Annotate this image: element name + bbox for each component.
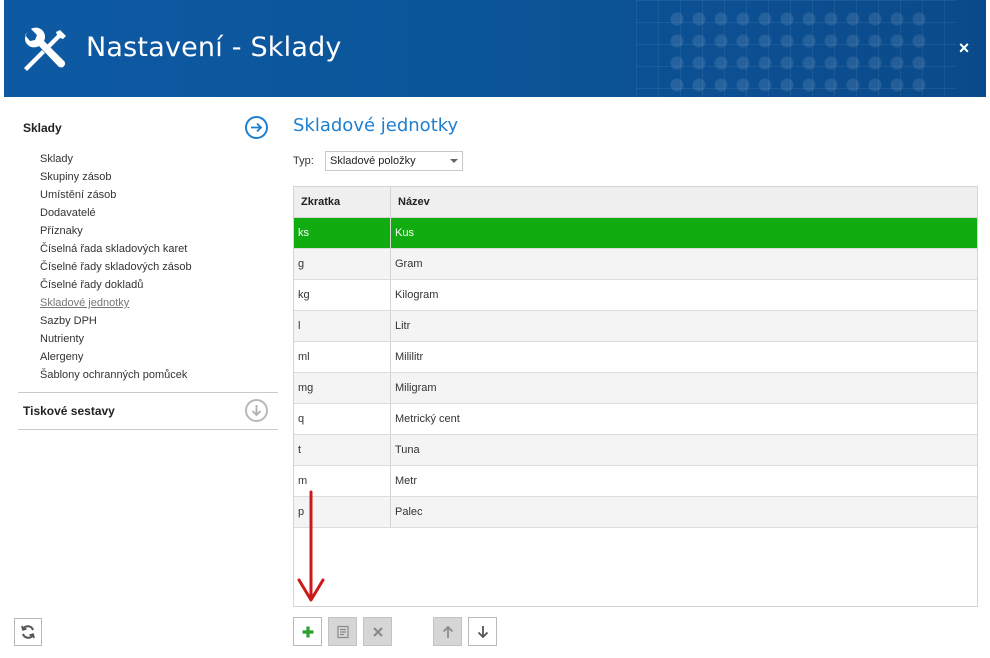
sidebar-item-ciselna-rada-karet[interactable]: Číselná řada skladových karet (40, 240, 278, 258)
move-up-button[interactable] (433, 617, 462, 646)
window-title: Nastavení - Sklady (86, 32, 342, 63)
arrow-down-icon (477, 625, 488, 638)
sidebar-item-nutrienty[interactable]: Nutrienty (40, 330, 278, 348)
cell-abbr: g (294, 249, 391, 279)
section-title: Sklady (23, 121, 62, 135)
table-row[interactable]: ks Kus (294, 218, 977, 249)
cell-name: Mililitr (395, 351, 424, 363)
cell-name: Kus (395, 227, 414, 239)
table-row[interactable]: m Metr (294, 466, 977, 497)
table-row[interactable]: p Palec (294, 497, 977, 528)
cell-abbr: l (294, 311, 391, 341)
title-bar-dots (666, 8, 926, 93)
cell-name: Gram (395, 258, 423, 270)
close-button[interactable]: × (952, 36, 976, 60)
sidebar-item-sablony[interactable]: Šablony ochranných pomůcek (40, 366, 278, 384)
edit-icon (336, 625, 349, 638)
cell-abbr: q (294, 404, 391, 434)
arrow-down-circle-icon[interactable] (245, 399, 268, 422)
cell-name: Litr (395, 320, 411, 332)
sidebar-item-skladove-jednotky[interactable]: Skladové jednotky (40, 294, 278, 312)
annotation-arrow-icon (297, 490, 325, 602)
table-row[interactable]: kg Kilogram (294, 280, 977, 311)
delete-button[interactable] (363, 617, 392, 646)
sidebar-item-alergeny[interactable]: Alergeny (40, 348, 278, 366)
cell-abbr: t (294, 435, 391, 465)
cell-name: Miligram (395, 382, 437, 394)
cell-abbr: kg (294, 280, 391, 310)
sidebar-item-umisteni-zasob[interactable]: Umístění zásob (40, 186, 278, 204)
table-row[interactable]: l Litr (294, 311, 977, 342)
cell-abbr: mg (294, 373, 391, 403)
refresh-button[interactable] (14, 618, 42, 646)
arrow-up-icon (442, 625, 453, 638)
section-title: Tiskové sestavy (23, 404, 115, 418)
cell-name: Kilogram (395, 289, 439, 301)
cell-name: Tuna (395, 444, 420, 456)
delete-icon (372, 626, 383, 637)
table-row[interactable]: t Tuna (294, 435, 977, 466)
arrow-right-circle-icon[interactable] (245, 116, 268, 139)
table-row[interactable]: ml Mililitr (294, 342, 977, 373)
page-title: Skladové jednotky (293, 115, 459, 136)
tools-icon (24, 27, 66, 71)
plus-icon (302, 626, 313, 637)
table-row[interactable]: mg Miligram (294, 373, 977, 404)
column-header-zkratka[interactable]: Zkratka (294, 187, 391, 217)
sidebar-item-dodavatele[interactable]: Dodavatelé (40, 204, 278, 222)
sidebar-list: Sklady Skupiny zásob Umístění zásob Doda… (14, 146, 278, 392)
sidebar-item-ciselne-rady-dokladu[interactable]: Číselné řady dokladů (40, 276, 278, 294)
sidebar-section-sklady[interactable]: Sklady (14, 110, 278, 146)
column-header-nazev[interactable]: Název (391, 187, 977, 217)
sidebar-item-sklady[interactable]: Sklady (40, 150, 278, 168)
cell-name: Palec (395, 506, 423, 518)
move-down-button[interactable] (468, 617, 497, 646)
type-label: Typ: (293, 155, 314, 167)
table-row[interactable]: g Gram (294, 249, 977, 280)
sidebar: Sklady Sklady Skupiny zásob Umístění zás… (14, 110, 278, 430)
refresh-icon (21, 625, 35, 639)
sidebar-item-priznaky[interactable]: Příznaky (40, 222, 278, 240)
sidebar-item-sazby-dph[interactable]: Sazby DPH (40, 312, 278, 330)
chevron-down-icon (450, 159, 458, 163)
sidebar-item-skupiny-zasob[interactable]: Skupiny zásob (40, 168, 278, 186)
add-button[interactable] (293, 617, 322, 646)
cell-name: Metr (395, 475, 417, 487)
cell-abbr: ks (294, 218, 391, 248)
divider (18, 429, 278, 430)
sidebar-section-tiskove-sestavy[interactable]: Tiskové sestavy (14, 393, 278, 429)
cell-abbr: ml (294, 342, 391, 372)
edit-button[interactable] (328, 617, 357, 646)
table-header: Zkratka Název (294, 187, 977, 218)
cell-name: Metrický cent (395, 413, 460, 425)
type-select[interactable]: Skladové položky (325, 151, 463, 171)
title-bar: Nastavení - Sklady × (4, 0, 986, 97)
type-select-value: Skladové položky (330, 155, 416, 167)
table-row[interactable]: q Metrický cent (294, 404, 977, 435)
units-table: Zkratka Název ks Kus g Gram kg Kilogram … (293, 186, 978, 607)
sidebar-item-ciselne-rady-zasob[interactable]: Číselné řady skladových zásob (40, 258, 278, 276)
